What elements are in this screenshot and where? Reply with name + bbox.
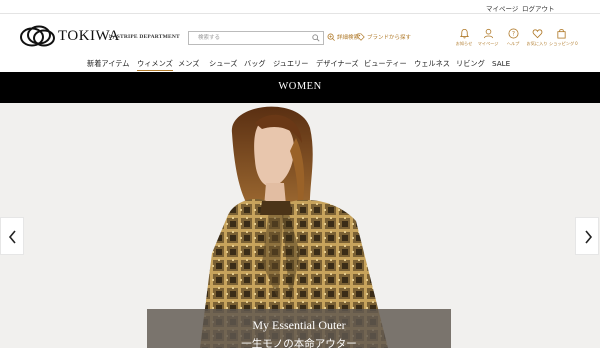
brand-search-link[interactable]: ブランドから探す <box>357 33 411 41</box>
chevron-right-icon <box>585 230 593 244</box>
hero-caption-title: My Essential Outer <box>252 318 346 332</box>
logo-byline: by STRIPE DEPARTMENT <box>109 34 180 40</box>
section-title-bar: WOMEN <box>0 72 600 103</box>
nav-item-sale[interactable]: SALE <box>492 59 510 68</box>
nav-item-beauty[interactable]: ビューティー <box>364 59 407 69</box>
nav-item-shoes[interactable]: シューズ <box>209 59 237 69</box>
chevron-left-icon <box>8 230 16 244</box>
heart-icon <box>532 29 542 39</box>
section-title: WOMEN <box>278 81 322 92</box>
carousel-next-button[interactable] <box>575 217 599 255</box>
cart-count-badge: 0 <box>575 41 578 46</box>
site-logo[interactable]: TOKIWA by STRIPE DEPARTMENT <box>18 21 188 51</box>
mypage-link[interactable]: マイページ <box>486 3 518 13</box>
detail-search-link[interactable]: 詳細検索 <box>327 33 359 41</box>
hero-caption[interactable]: My Essential Outer 一生モノの本命アウター <box>147 309 451 348</box>
nav-item-jewelry[interactable]: ジュエリー <box>273 59 308 69</box>
mypage-button[interactable]: マイページ <box>476 28 500 52</box>
carousel-prev-button[interactable] <box>0 217 24 255</box>
help-button[interactable]: ? ヘルプ <box>501 28 525 52</box>
logout-link[interactable]: ログアウト <box>522 3 555 13</box>
page: マイページ ログアウト TOKIWA by STRIPE DEPARTMENT <box>0 0 600 348</box>
shopping-bag-button[interactable]: ショッピング0 <box>549 28 578 52</box>
notifications-button[interactable]: お知らせ <box>452 28 476 52</box>
tag-icon <box>357 33 365 41</box>
search-input[interactable] <box>189 32 309 44</box>
utility-bar: マイページ ログアウト <box>0 0 600 13</box>
nav-item-bags[interactable]: バッグ <box>244 59 266 69</box>
nav-item-designers[interactable]: デザイナーズ <box>316 59 359 69</box>
bell-icon <box>459 28 469 39</box>
nav-item-new-arrivals[interactable]: 新着アイテム <box>87 59 129 69</box>
user-icon <box>483 28 493 39</box>
favorites-button[interactable]: お気に入り <box>525 28 549 52</box>
nav-item-wellness[interactable]: ウェルネス <box>414 59 450 69</box>
svg-text:?: ? <box>511 31 514 38</box>
search-icon[interactable] <box>312 34 320 42</box>
bag-icon <box>556 29 566 39</box>
nav-item-living[interactable]: リビング <box>456 59 485 69</box>
logo-rings-icon <box>20 25 55 47</box>
category-nav: 新着アイテム ウィメンズ メンズ シューズ バッグ ジュエリー デザイナーズ ビ… <box>0 57 600 71</box>
nav-item-womens[interactable]: ウィメンズ <box>137 59 173 71</box>
magnify-plus-icon <box>327 33 335 41</box>
search-box <box>188 31 324 45</box>
hero-carousel[interactable]: My Essential Outer 一生モノの本命アウター <box>0 103 600 348</box>
help-icon: ? <box>508 28 518 39</box>
site-header: TOKIWA by STRIPE DEPARTMENT 詳細検索 <box>0 13 600 57</box>
hero-caption-subtitle: 一生モノの本命アウター <box>241 338 357 348</box>
nav-item-mens[interactable]: メンズ <box>178 59 199 69</box>
